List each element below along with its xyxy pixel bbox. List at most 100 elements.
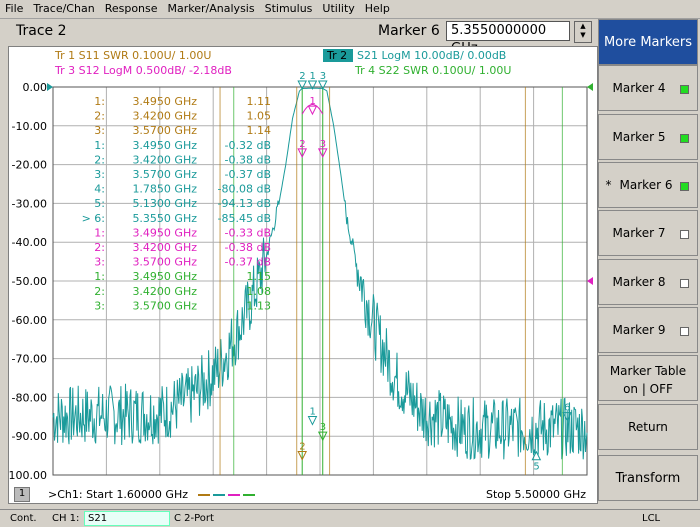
marker-number-label: 2: [299, 71, 305, 82]
softkey-3[interactable]: * Marker 6: [598, 162, 698, 208]
trace-legend-entry: Tr 3 S12 LogM 0.500dB/ -2.18dB: [54, 64, 232, 77]
status-port: C 2-Port: [174, 513, 214, 524]
y-tick-label: -20.00: [12, 159, 47, 172]
softkey-0[interactable]: More Markers: [598, 19, 698, 65]
y-tick-label: -50.00: [12, 275, 47, 288]
plot-area[interactable]: 0.00 -10.00 -20.00 -30.00 -40.00 -50.00 -60.00…: [5, 46, 598, 504]
softkey-label: Marker 9: [612, 323, 666, 337]
marker-readout-num: 1:: [94, 139, 105, 152]
menu-marker-analysis[interactable]: Marker/Analysis: [163, 0, 260, 15]
softkey-label: Marker 6: [619, 178, 673, 192]
y-tick-label: 0.00: [23, 81, 48, 94]
marker-number-label: 2: [299, 441, 305, 452]
chart-svg: 0.00 -10.00 -20.00 -30.00 -40.00 -50.00 -60.00…: [5, 49, 593, 482]
marker-led-icon: [680, 230, 689, 239]
marker-readout-num: 5:: [94, 197, 105, 210]
softkey-2[interactable]: Marker 5: [598, 114, 698, 160]
marker-readout-value: 1.05: [247, 110, 272, 123]
stimulus-bar: 1 >Ch1: Start 1.60000 GHz Stop 5.50000 G…: [8, 486, 598, 504]
marker-readout-freq: 3.4200 GHz: [132, 110, 197, 123]
menu-file[interactable]: File: [0, 0, 28, 15]
y-tick-label: -80.00: [12, 391, 47, 404]
softkey-6[interactable]: Marker 9: [598, 307, 698, 353]
marker-readout-value: -0.37 dB: [225, 168, 272, 181]
marker-number-label: 1: [309, 96, 315, 107]
reference-arrow-right-icon: [587, 83, 593, 91]
reference-arrow-right-icon: [587, 277, 593, 285]
marker-readout-freq: 3.5700 GHz: [132, 256, 197, 269]
menu-response[interactable]: Response: [100, 0, 163, 15]
trace-legend-entry: Tr 4 S22 SWR 0.100U/ 1.00U: [354, 64, 511, 77]
marker-readout-num: 2:: [94, 285, 105, 298]
menu-utility[interactable]: Utility: [317, 0, 359, 15]
menu-bar: File Trace/Chan Response Marker/Analysis Sti…: [0, 0, 700, 19]
marker-readout-num: 3:: [94, 299, 105, 312]
marker-spin-buttons[interactable]: ▲ ▼: [574, 21, 592, 43]
marker-readout-value: -85.45 dB: [218, 212, 272, 225]
start-frequency-label[interactable]: >Ch1: Start 1.60000 GHz: [48, 488, 188, 501]
stop-frequency-label[interactable]: Stop 5.50000 GHz: [486, 488, 586, 501]
marker-readout-freq: 5.3550 GHz: [132, 212, 197, 225]
softkey-1[interactable]: Marker 4: [598, 65, 698, 111]
title-bar: Trace 2 Marker 6 5.3550000000 GHz ▲ ▼: [0, 19, 596, 56]
marker-readout-value: 1.14: [247, 124, 272, 137]
marker-readout-num: 2:: [94, 241, 105, 254]
marker-number-label: 5: [533, 462, 539, 473]
y-tick-label: -70.00: [12, 353, 47, 366]
marker-readout-num: 3:: [94, 124, 105, 137]
marker-readout-freq: 5.1300 GHz: [132, 197, 197, 210]
marker-readout-freq: 3.4200 GHz: [132, 241, 197, 254]
marker-readout-value: -0.38 dB: [225, 241, 272, 254]
marker-readout-freq: 3.5700 GHz: [132, 299, 197, 312]
marker-readout-num: 2:: [94, 153, 105, 166]
marker-readout-num: 3:: [94, 168, 105, 181]
softkey-label: Marker 7: [612, 226, 666, 240]
marker-readout-value: -94.13 dB: [218, 197, 272, 210]
marker-number-label: 3: [320, 139, 326, 150]
spin-up-icon[interactable]: ▲: [575, 22, 591, 31]
marker-frequency-input[interactable]: 5.3550000000 GHz: [446, 21, 570, 56]
marker-readout-value: -80.08 dB: [218, 183, 272, 196]
softkey-5[interactable]: Marker 8: [598, 259, 698, 305]
status-param: S21: [88, 513, 108, 524]
marker-triangle-icon: [307, 416, 318, 426]
softkey-label-2: on | OFF: [623, 382, 673, 396]
menu-trace-chan[interactable]: Trace/Chan: [28, 0, 99, 15]
y-tick-label: -100.00: [9, 469, 47, 482]
reference-arrow-icon: [47, 83, 53, 91]
marker-led-icon: [680, 85, 689, 94]
menu-stimulus[interactable]: Stimulus: [260, 0, 318, 15]
softkey-9[interactable]: Transform: [598, 455, 698, 501]
marker-readout-freq: 3.4950 GHz: [132, 95, 197, 108]
marker-readout-freq: 3.4950 GHz: [132, 270, 197, 283]
marker-led-icon: [680, 182, 689, 191]
marker-readout-value: 1.15: [247, 270, 272, 283]
softkey-label: More Markers: [603, 34, 693, 50]
marker-readout-value: -0.33 dB: [225, 226, 272, 239]
marker-readout-num: 1:: [94, 270, 105, 283]
marker-readout-value: -0.38 dB: [225, 153, 272, 166]
softkey-4[interactable]: Marker 7: [598, 210, 698, 256]
marker-field-label: Marker 6: [378, 23, 440, 39]
marker-readout-value: 1.13: [247, 299, 272, 312]
marker-number-label: 1: [309, 71, 315, 82]
y-tick-label: -30.00: [12, 197, 47, 210]
status-bar: Cont. CH 1: S21 C 2-Port LCL: [0, 509, 700, 527]
marker-readout-freq: 3.5700 GHz: [132, 168, 197, 181]
status-cont: Cont.: [10, 513, 37, 524]
marker-readout-num: 1:: [94, 95, 105, 108]
marker-triangle-icon: [307, 105, 318, 116]
softkey-8[interactable]: Return: [598, 404, 698, 450]
softkey-7[interactable]: Marker Table on | OFF: [598, 355, 698, 401]
softkey-label: Return: [628, 420, 668, 434]
spin-down-icon[interactable]: ▼: [575, 31, 591, 40]
marker-led-icon: [680, 279, 689, 288]
menu-help[interactable]: Help: [360, 0, 395, 15]
marker-readout-freq: 3.4200 GHz: [132, 285, 197, 298]
marker-readout-value: -0.32 dB: [225, 139, 272, 152]
marker-readout-freq: 1.7850 GHz: [132, 183, 197, 196]
marker-readout-num: > 6:: [82, 212, 105, 225]
softkey-label: Marker 4: [612, 81, 666, 95]
marker-number-label: 1: [309, 407, 315, 418]
marker-led-icon: [680, 327, 689, 336]
